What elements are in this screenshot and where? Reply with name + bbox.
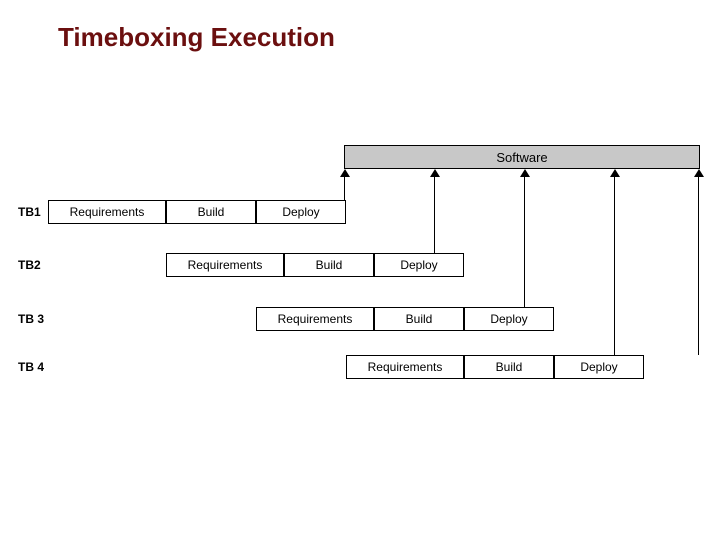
phase-box: Deploy	[554, 355, 644, 379]
phase-box: Requirements	[48, 200, 166, 224]
arrow-shaft	[434, 176, 435, 253]
phase-box: Build	[374, 307, 464, 331]
phase-box: Requirements	[256, 307, 374, 331]
phase-box: Deploy	[256, 200, 346, 224]
arrow-shaft	[614, 176, 615, 355]
timebox-row-label: TB1	[18, 205, 41, 219]
phase-box: Build	[166, 200, 256, 224]
software-box: Software	[344, 145, 700, 169]
arrow-shaft	[344, 176, 345, 200]
timebox-row-label: TB 3	[18, 312, 44, 326]
timebox-row-label: TB 4	[18, 360, 44, 374]
slide: Timeboxing Execution Software TB1 Requirem…	[0, 0, 720, 540]
phase-box: Deploy	[374, 253, 464, 277]
timebox-row-label: TB2	[18, 258, 41, 272]
phase-box: Deploy	[464, 307, 554, 331]
arrow-shaft	[698, 176, 699, 355]
phase-box: Build	[284, 253, 374, 277]
timeboxing-diagram: SoftwareTB1RequirementsBuildDeployTB2Req…	[18, 145, 702, 425]
phase-box: Build	[464, 355, 554, 379]
phase-box: Requirements	[166, 253, 284, 277]
phase-box: Requirements	[346, 355, 464, 379]
slide-title: Timeboxing Execution	[58, 22, 335, 53]
arrow-shaft	[524, 176, 525, 307]
